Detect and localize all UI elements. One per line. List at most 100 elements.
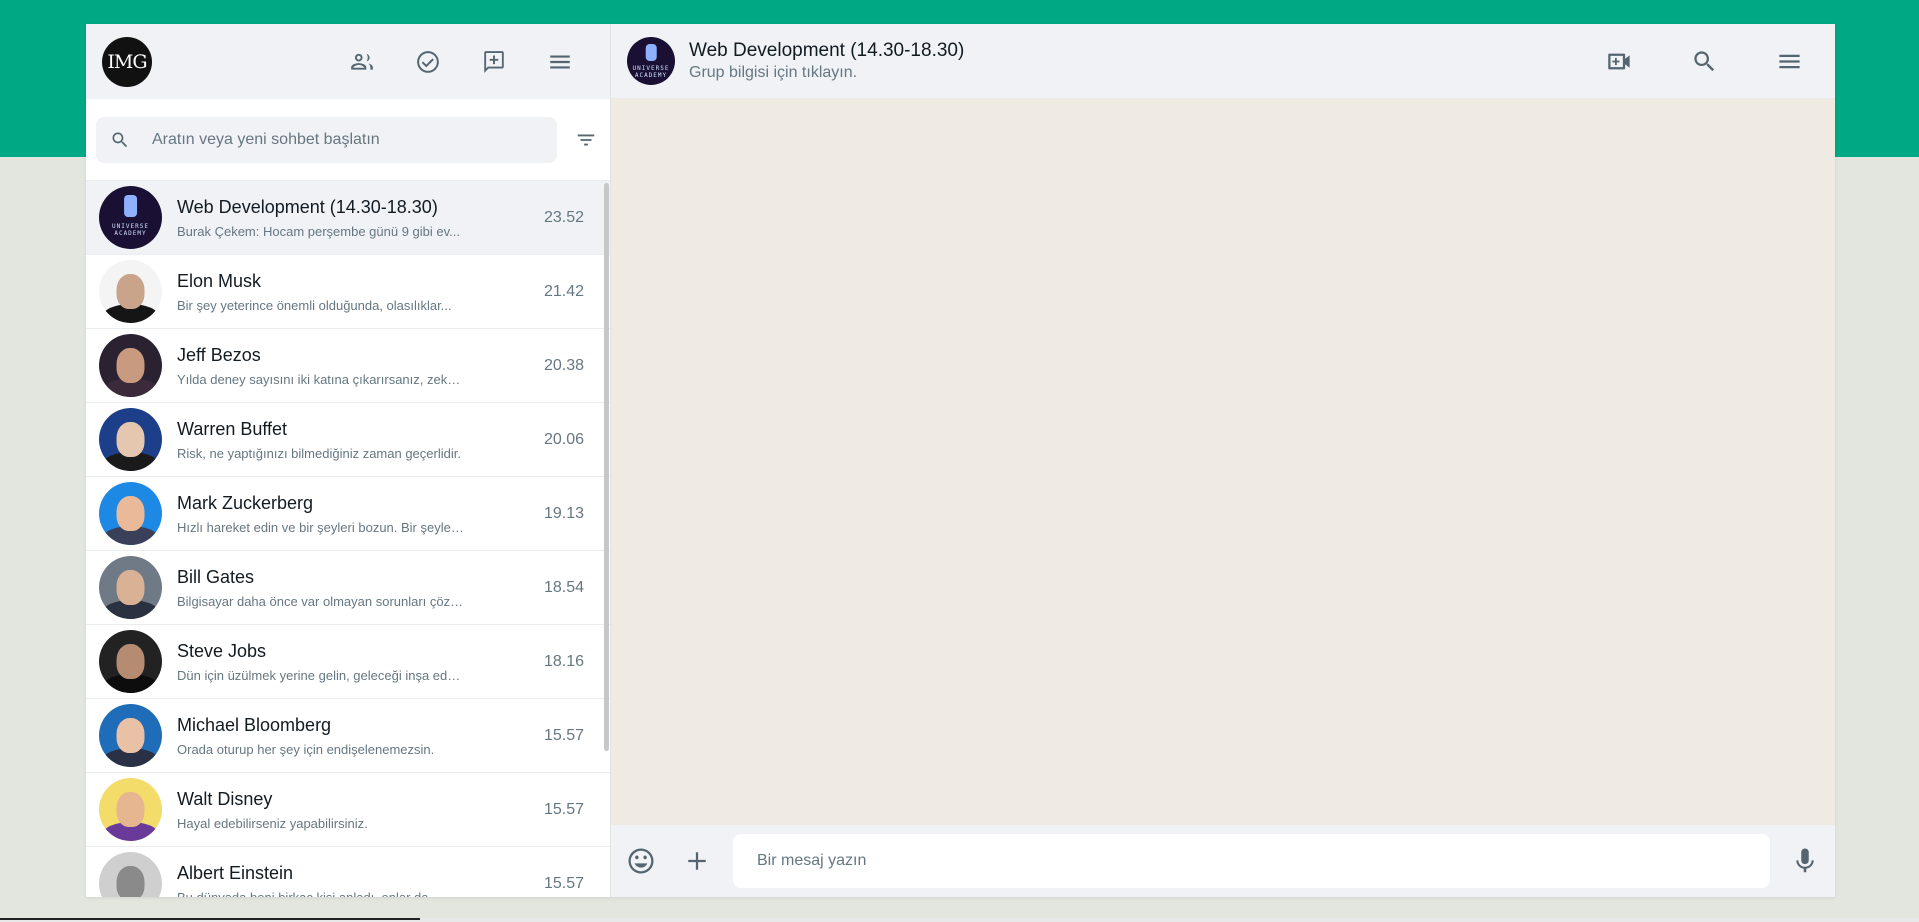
chat-name: Walt Disney (177, 788, 273, 809)
avatar-face (116, 865, 145, 897)
chat-time: 19.13 (544, 504, 585, 522)
chat-list-item[interactable]: Mark Zuckerberg Hızlı hareket edin ve bir… (86, 477, 610, 551)
avatar-face (123, 194, 138, 218)
conversation-subtitle: Grup bilgisi için tıklayın. (689, 64, 858, 81)
chat-item-body: Walt Disney Hayal edebilirseniz yapabilir… (177, 789, 544, 831)
chat-list-item[interactable]: Jeff Bezos Yılda deney sayısını iki katın… (86, 329, 610, 403)
chat-time: 15.57 (544, 800, 585, 818)
sidebar: IMG Aratın veya yeni sohbet başlatın UNI… (86, 24, 611, 897)
chat-preview: Yılda deney sayısını iki katına çıkarırs… (177, 371, 467, 387)
menu-icon[interactable] (1773, 45, 1805, 77)
chat-time: 20.06 (544, 430, 585, 448)
chat-list-item[interactable]: Bill Gates Bilgisayar daha önce var olmay… (86, 551, 610, 625)
search-icon[interactable] (1688, 45, 1720, 77)
chat-avatar (99, 334, 162, 397)
composer (611, 825, 1835, 897)
chat-name: Albert Einstein (177, 862, 294, 883)
new-chat-icon[interactable] (478, 46, 510, 78)
chat-avatar (99, 556, 162, 619)
avatar-face (116, 495, 145, 532)
chat-item-body: Steve Jobs Dün için üzülmek yerine gelin,… (177, 641, 544, 683)
chat-name: Elon Musk (177, 270, 262, 291)
chat-time: 23.52 (544, 208, 585, 226)
chat-time: 18.16 (544, 652, 585, 670)
sidebar-actions (346, 46, 594, 78)
chat-preview: Hızlı hareket edin ve bir şeyleri bozun.… (177, 519, 467, 535)
avatar-logo-text: UNIVERSE ACADEMY (632, 64, 670, 79)
chat-item-body: Albert Einstein Bu dünyada beni birkaç ki… (177, 863, 544, 898)
chat-avatar (99, 408, 162, 471)
chat-preview: Dün için üzülmek yerine gelin, geleceği … (177, 667, 467, 683)
chat-name: Jeff Bezos (177, 344, 261, 365)
avatar-face (116, 347, 145, 384)
conversation-panel: UNIVERSE ACADEMY Web Development (14.30-… (611, 24, 1835, 897)
chat-list-item[interactable]: UNIVERSE ACADEMY Web Development (14.30-1… (86, 181, 610, 255)
chat-time: 15.57 (544, 726, 585, 744)
chat-avatar (99, 704, 162, 767)
avatar-face (116, 273, 145, 310)
mic-icon[interactable] (1789, 845, 1821, 877)
chat-list-container: UNIVERSE ACADEMY Web Development (14.30-1… (86, 181, 610, 897)
menu-icon[interactable] (544, 46, 576, 78)
community-icon[interactable] (346, 46, 378, 78)
avatar-face (116, 421, 145, 458)
messages-area[interactable] (611, 99, 1835, 825)
emoji-icon[interactable] (625, 845, 657, 877)
chat-list: UNIVERSE ACADEMY Web Development (14.30-1… (86, 181, 610, 897)
avatar-face (116, 643, 145, 680)
plus-icon[interactable] (681, 845, 713, 877)
chat-avatar (99, 482, 162, 545)
chat-item-body: Jeff Bezos Yılda deney sayısını iki katın… (177, 345, 544, 387)
chat-list-item[interactable]: Elon Musk Bir şey yeterince önemli olduğu… (86, 255, 610, 329)
chat-preview: Orada oturup her şey için endişelenemezs… (177, 741, 435, 757)
chat-preview: Hayal edebilirseniz yapabilirsiniz. (177, 815, 368, 831)
chat-preview: Risk, ne yaptığınızı bilmediğiniz zaman … (177, 445, 461, 461)
filter-icon[interactable] (573, 126, 600, 154)
conversation-actions (1603, 45, 1819, 77)
chat-list-item[interactable]: Walt Disney Hayal edebilirseniz yapabilir… (86, 773, 610, 847)
chat-name: Michael Bloomberg (177, 714, 332, 735)
chat-item-body: Web Development (14.30-18.30) Burak Çekem… (177, 197, 544, 239)
chat-list-item[interactable]: Michael Bloomberg Orada oturup her şey iç… (86, 699, 610, 773)
message-input[interactable] (733, 834, 1770, 888)
avatar-face (116, 791, 145, 828)
search-icon (112, 132, 128, 147)
search-box (96, 116, 557, 163)
chat-time: 20.38 (544, 356, 585, 374)
chat-time: 18.54 (544, 578, 585, 596)
chat-name: Bill Gates (177, 566, 255, 587)
chat-name: Steve Jobs (177, 640, 267, 661)
chat-name: Mark Zuckerberg (177, 492, 314, 513)
chat-list-item[interactable]: Warren Buffet Risk, ne yaptığınızı bilmed… (86, 403, 610, 477)
chat-preview: Burak Çekem: Hocam perşembe günü 9 gibi … (177, 223, 461, 239)
bottom-divider (0, 918, 1919, 922)
chat-item-body: Warren Buffet Risk, ne yaptığınızı bilmed… (177, 419, 544, 461)
avatar-face (116, 717, 145, 754)
chat-list-scrollbar[interactable] (604, 183, 609, 751)
avatar-logo-text: UNIVERSE ACADEMY (112, 222, 149, 237)
chat-time: 21.42 (544, 282, 585, 300)
chat-item-body: Michael Bloomberg Orada oturup her şey iç… (177, 715, 544, 757)
conversation-info[interactable]: Web Development (14.30-18.30) Grup bilgi… (689, 40, 964, 82)
chat-preview: Bu dünyada beni birkaç kişi anladı, onla… (177, 889, 440, 898)
chat-list-item[interactable]: Steve Jobs Dün için üzülmek yerine gelin,… (86, 625, 610, 699)
chat-item-body: Mark Zuckerberg Hızlı hareket edin ve bir… (177, 493, 544, 535)
status-icon[interactable] (412, 46, 444, 78)
conversation-header[interactable]: UNIVERSE ACADEMY Web Development (14.30-… (611, 24, 1835, 99)
avatar-face (645, 43, 657, 61)
group-avatar[interactable]: UNIVERSE ACADEMY (627, 37, 675, 85)
search-input[interactable] (152, 130, 532, 149)
chat-item-body: Elon Musk Bir şey yeterince önemli olduğu… (177, 271, 544, 313)
chat-name: Warren Buffet (177, 418, 288, 439)
search-row (86, 99, 610, 181)
app-window: IMG Aratın veya yeni sohbet başlatın UNI… (86, 24, 1835, 897)
video-call-icon[interactable] (1603, 45, 1635, 77)
chat-preview: Bilgisayar daha önce var olmayan sorunla… (177, 593, 467, 609)
profile-avatar[interactable]: IMG (102, 36, 152, 87)
chat-preview: Bir şey yeterince önemli olduğunda, olas… (177, 297, 452, 313)
chat-avatar: UNIVERSE ACADEMY (99, 186, 162, 249)
avatar-face (116, 569, 145, 606)
conversation-title: Web Development (14.30-18.30) (689, 40, 965, 61)
chat-list-item[interactable]: Albert Einstein Bu dünyada beni birkaç ki… (86, 847, 610, 897)
sidebar-header: IMG (86, 24, 610, 99)
